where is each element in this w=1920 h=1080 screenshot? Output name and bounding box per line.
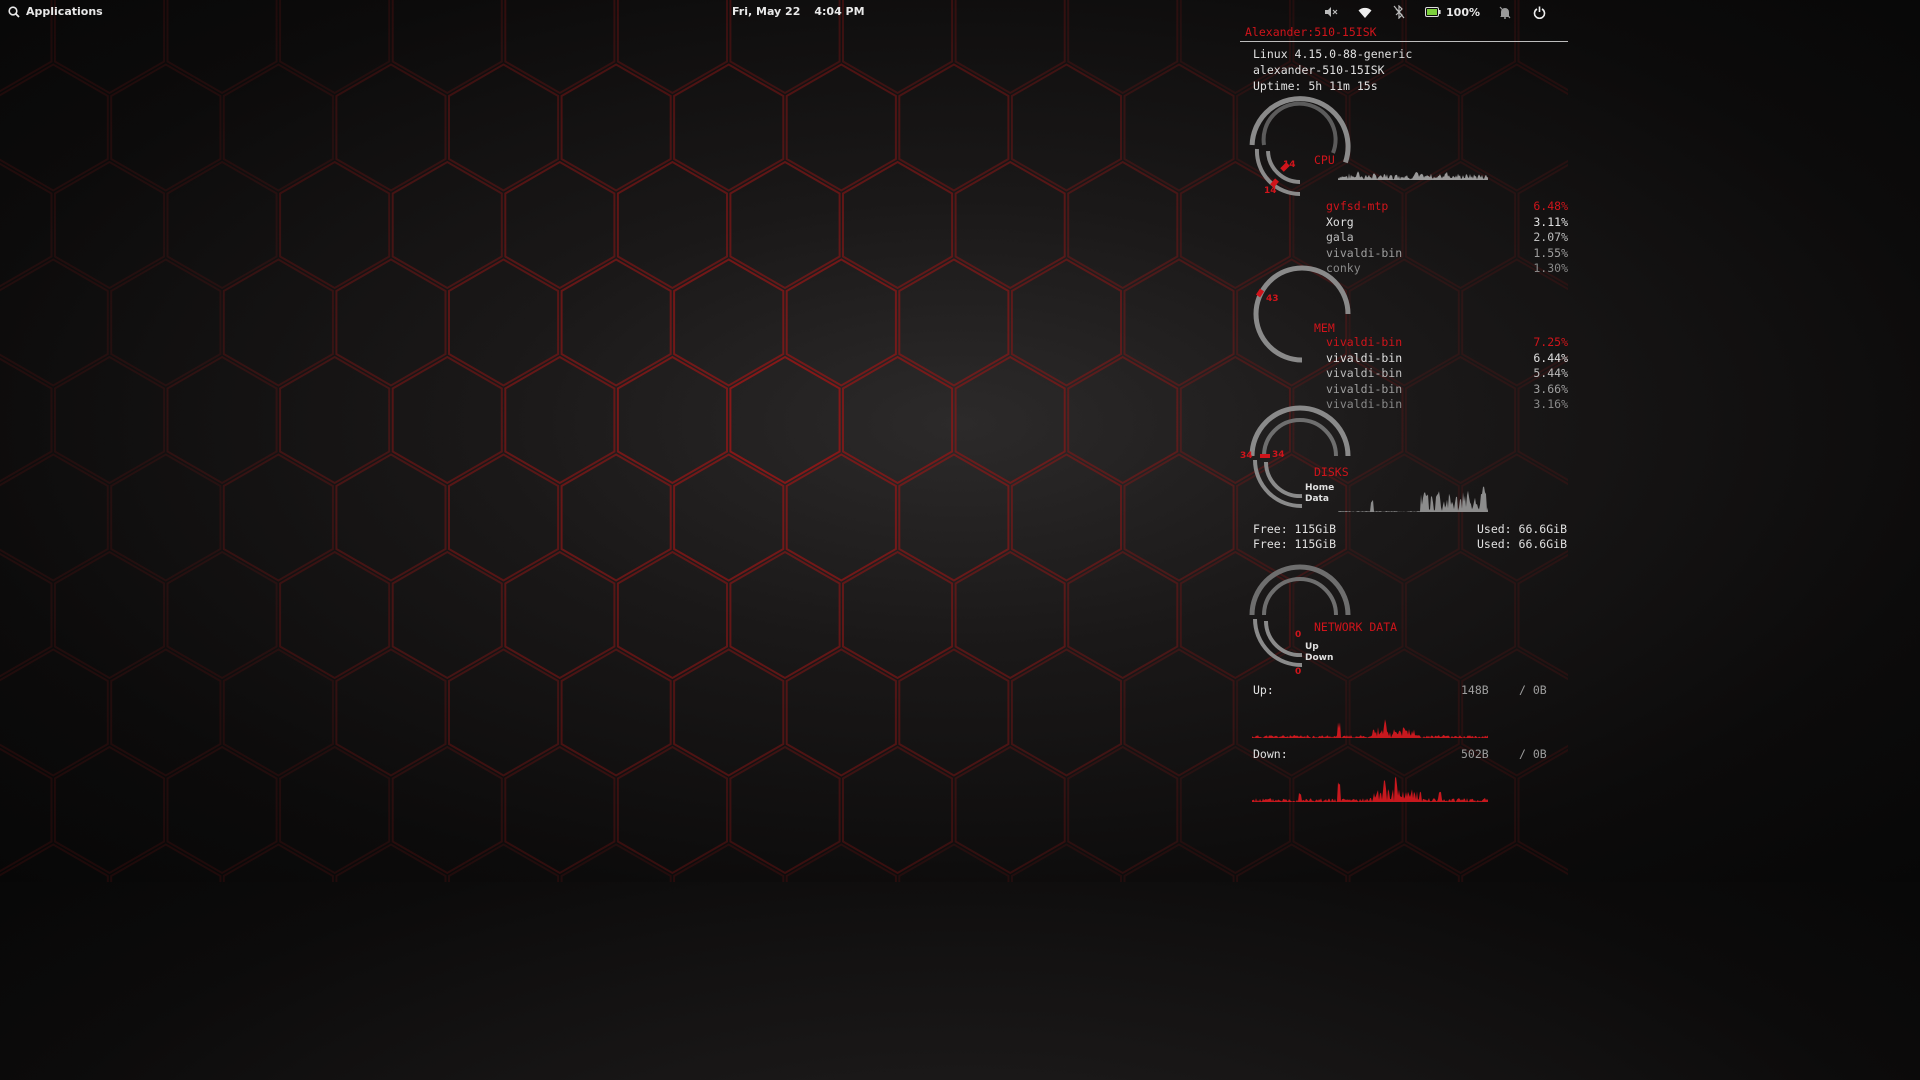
cpu-gauge-inner-value: 14 — [1264, 186, 1277, 196]
uptime-text: Uptime: 5h 11m 15s — [1253, 79, 1378, 93]
system-tray: 100% — [1314, 3, 1556, 21]
process-name: vivaldi-bin — [1326, 366, 1403, 380]
cpu-process-row: gala 2.07% — [1326, 230, 1568, 246]
process-name: gala — [1326, 230, 1354, 244]
mem-process-row: vivaldi-bin 3.16% — [1326, 397, 1568, 413]
graph-area — [1338, 486, 1488, 512]
hexagon-tile — [0, 357, 53, 483]
disk-home-label: Home — [1305, 483, 1335, 493]
disks-label: DISKS — [1314, 465, 1349, 479]
process-value: 6.44% — [1533, 350, 1568, 365]
process-name: gvfsd-mtp — [1326, 199, 1389, 213]
cpu-process-list: gvfsd-mtp 6.48% Xorg 3.11% gala 2.07% vivaldi-… — [1326, 199, 1568, 277]
volume-muted-icon[interactable] — [1314, 3, 1348, 21]
applications-label: Applications — [26, 5, 103, 18]
cpu-process-row: Xorg 3.11% — [1326, 215, 1568, 231]
process-name: vivaldi-bin — [1326, 335, 1403, 349]
datetime-indicator[interactable]: Fri, May 22 4:04 PM — [732, 5, 865, 18]
graph-area — [1338, 171, 1488, 180]
process-value: 3.11% — [1533, 214, 1568, 229]
network-label: NETWORK DATA — [1314, 620, 1398, 634]
network-gauge-down-value: 0 — [1295, 667, 1302, 677]
mem-label: MEM — [1314, 321, 1335, 335]
cpu-process-row: gvfsd-mtp 6.48% — [1326, 199, 1568, 215]
process-value: 1.30% — [1533, 261, 1568, 275]
cpu-ring-gauge — [1249, 96, 1351, 197]
net-down-rate: 502B — [1461, 747, 1489, 761]
disks-gauge-right-value: 34 — [1272, 450, 1285, 460]
applications-menu-button[interactable]: Applications — [8, 5, 103, 18]
conky-hostname-header: Alexander:510-15ISK — [1245, 25, 1377, 39]
mem-process-row: vivaldi-bin 5.44% — [1326, 366, 1568, 382]
battery-icon[interactable] — [1416, 3, 1450, 21]
top-panel: Applications Fri, May 22 4:04 PM 100% — [0, 0, 1568, 24]
battery-percent: 100% — [1446, 5, 1480, 19]
disk-data-free: Free: 115GiB — [1253, 537, 1337, 551]
net-up-total: / 0B — [1519, 683, 1547, 697]
cpu-label: CPU — [1314, 153, 1335, 167]
bluetooth-disabled-icon[interactable] — [1382, 3, 1416, 21]
disks-gauge-left-value: 34 — [1240, 451, 1253, 461]
process-value: 7.25% — [1533, 335, 1568, 349]
hostname-text: alexander-510-15ISK — [1253, 63, 1385, 77]
hexagon-tile — [0, 162, 53, 288]
hexagon-tile — [0, 747, 53, 873]
process-value: 6.48% — [1533, 199, 1568, 213]
wifi-icon[interactable] — [1348, 3, 1382, 21]
graph-area — [1252, 776, 1488, 802]
header-divider — [1240, 41, 1568, 42]
process-value: 3.16% — [1533, 397, 1568, 411]
cpu-history-graph — [1338, 171, 1488, 180]
process-value: 2.07% — [1533, 230, 1568, 244]
cpu-process-row: vivaldi-bin 1.55% — [1326, 246, 1568, 262]
process-value: 1.55% — [1533, 245, 1568, 260]
graph-area — [1252, 719, 1488, 738]
net-down-graph — [1252, 776, 1488, 802]
cpu-process-row: conky 1.30% — [1326, 261, 1568, 277]
notifications-off-icon[interactable] — [1488, 3, 1522, 21]
net-down-label: Down: — [1253, 747, 1288, 761]
mem-gauge-value: 43 — [1266, 294, 1279, 304]
process-name: vivaldi-bin — [1326, 350, 1403, 365]
search-icon — [8, 5, 20, 18]
hexagon-tile — [0, 552, 53, 678]
process-value: 5.44% — [1533, 366, 1568, 380]
disk-io-graph — [1338, 486, 1488, 512]
cpu-gauge-outer-value: 14 — [1283, 160, 1296, 170]
conky-system-monitor: Alexander:510-15ISK Linux 4.15.0-88-gene… — [1240, 24, 1568, 882]
disk-data-label: Data — [1305, 494, 1329, 504]
process-value: 3.66% — [1533, 381, 1568, 396]
mem-process-row: vivaldi-bin 7.25% — [1326, 335, 1568, 351]
network-up-label: Up — [1305, 642, 1319, 652]
disk-home-used: Used: 66.6GiB — [1476, 522, 1567, 536]
net-up-graph — [1252, 719, 1488, 738]
process-name: vivaldi-bin — [1326, 381, 1403, 396]
network-gauge-up-value: 0 — [1295, 630, 1302, 640]
network-ring-gauge — [1249, 564, 1351, 668]
date-text: Fri, May 22 — [732, 5, 801, 18]
disk-data-used: Used: 66.6GiB — [1476, 537, 1567, 551]
time-text: 4:04 PM — [814, 5, 865, 18]
net-up-rate: 148B — [1461, 683, 1489, 697]
mem-process-row: vivaldi-bin 6.44% — [1326, 351, 1568, 367]
process-name: vivaldi-bin — [1326, 245, 1403, 260]
power-icon[interactable] — [1522, 3, 1556, 21]
process-name: Xorg — [1326, 214, 1354, 229]
disk-home-free: Free: 115GiB — [1253, 522, 1337, 536]
network-down-label: Down — [1305, 653, 1334, 663]
net-up-label: Up: — [1253, 683, 1274, 697]
kernel-version: Linux 4.15.0-88-generic — [1253, 47, 1413, 61]
mem-process-row: vivaldi-bin 3.66% — [1326, 382, 1568, 398]
mem-process-list: vivaldi-bin 7.25% vivaldi-bin 6.44% vivaldi-… — [1326, 335, 1568, 413]
net-down-total: / 0B — [1519, 747, 1547, 761]
